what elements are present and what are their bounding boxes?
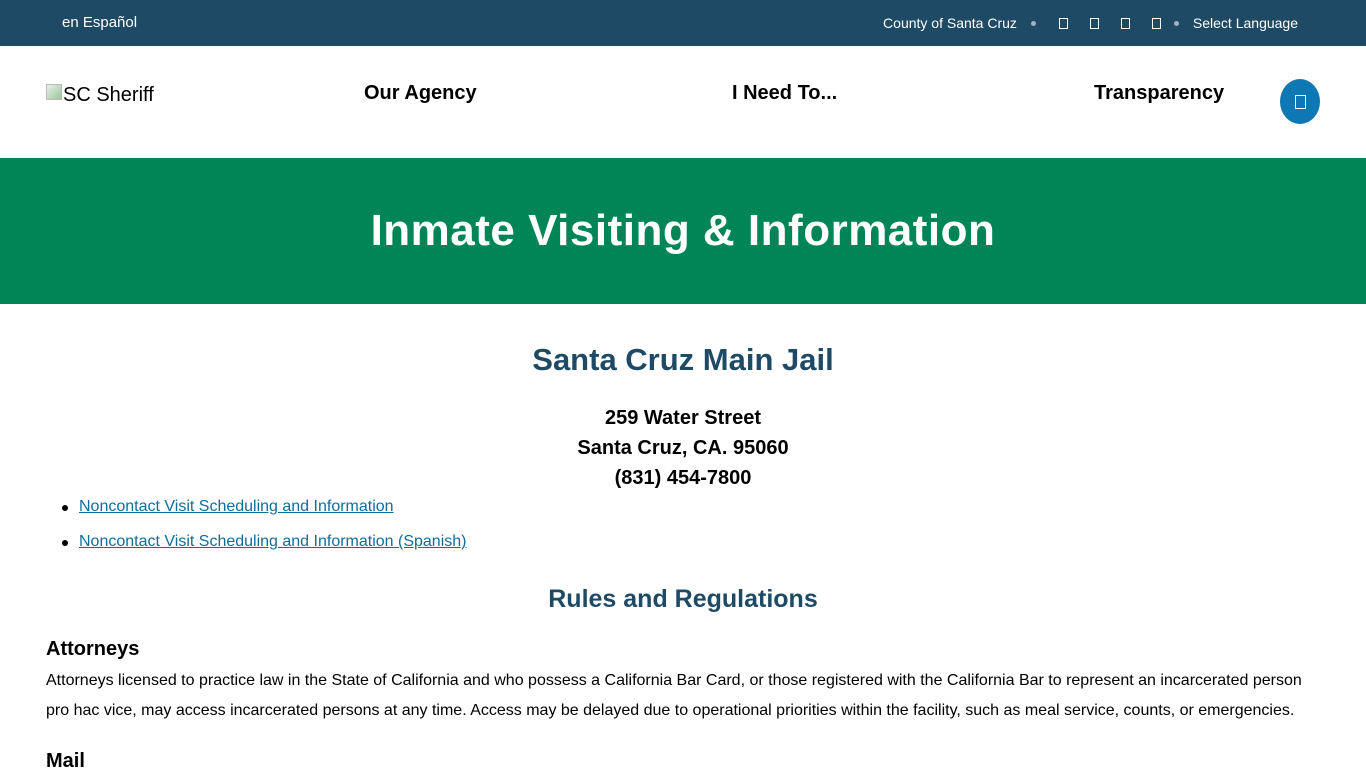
twitter-icon[interactable] (1089, 17, 1099, 29)
list-item: Noncontact Visit Scheduling and Informat… (62, 496, 466, 531)
select-language-dropdown[interactable]: Select Language (1193, 15, 1298, 31)
site-header: SC Sheriff Our Agency I Need To... Trans… (0, 46, 1366, 158)
search-icon (1294, 94, 1306, 109)
list-item: Noncontact Visit Scheduling and Informat… (62, 531, 466, 566)
address-city: Santa Cruz, CA. 95060 (577, 437, 789, 459)
search-button[interactable] (1280, 79, 1320, 124)
attorneys-paragraph: Attorneys licensed to practice law in th… (46, 672, 1302, 719)
instagram-icon[interactable] (1120, 17, 1130, 29)
rules-heading: Rules and Regulations (548, 585, 818, 613)
jail-title: Santa Cruz Main Jail (532, 342, 834, 377)
separator-dot (1030, 20, 1036, 26)
top-utility-bar: en Español County of Santa Cruz Select L… (0, 0, 1366, 46)
address-street: 259 Water Street (605, 407, 761, 429)
noncontact-visit-link[interactable]: Noncontact Visit Scheduling and Informat… (79, 498, 394, 515)
nav-i-need-to[interactable]: I Need To... (732, 82, 837, 105)
mail-heading: Mail (46, 750, 85, 772)
logo-alt-text: SC Sheriff (63, 84, 154, 106)
main-content: Santa Cruz Main Jail 259 Water Street Sa… (0, 304, 1366, 772)
attorneys-heading: Attorneys (46, 638, 140, 660)
phone-number: (831) 454-7800 (614, 467, 752, 489)
spanish-language-link[interactable]: en Español (62, 14, 137, 31)
page-banner: Inmate Visiting & Information (0, 158, 1366, 304)
broken-image-icon (46, 84, 62, 100)
site-logo[interactable]: SC Sheriff (46, 84, 154, 107)
youtube-icon[interactable] (1151, 17, 1161, 29)
page-title: Inmate Visiting & Information (370, 206, 996, 255)
nav-transparency[interactable]: Transparency (1094, 82, 1224, 105)
county-link[interactable]: County of Santa Cruz (883, 15, 1017, 31)
facebook-icon[interactable] (1058, 17, 1068, 29)
visit-links-list: Noncontact Visit Scheduling and Informat… (62, 496, 466, 566)
separator-dot (1173, 20, 1179, 26)
topbar-right-group: County of Santa Cruz Select Language (883, 0, 1298, 46)
nav-our-agency[interactable]: Our Agency (364, 82, 477, 105)
noncontact-visit-spanish-link[interactable]: Noncontact Visit Scheduling and Informat… (79, 533, 466, 550)
